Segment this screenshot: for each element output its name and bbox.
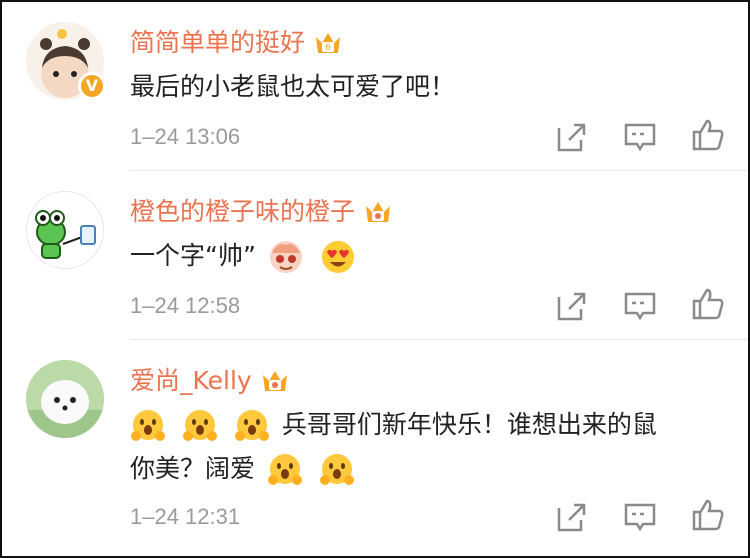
share-icon[interactable] bbox=[555, 289, 589, 323]
avatar[interactable] bbox=[26, 191, 104, 269]
comment-icon[interactable] bbox=[623, 289, 657, 323]
comment-text-content: 兵哥哥们新年快乐！谁想出来的鼠 bbox=[281, 410, 657, 439]
comment-time: 1–24 12:58 bbox=[130, 293, 241, 318]
svg-text:6: 6 bbox=[325, 43, 331, 53]
comment-time: 1–24 13:06 bbox=[130, 124, 241, 149]
comment-text-content: 一个字“帅” bbox=[130, 241, 256, 270]
username[interactable]: 橙色的橙子味的橙子 bbox=[130, 195, 355, 229]
hug-emoji-icon bbox=[234, 410, 269, 441]
username-link[interactable]: 橙色的橙子味的橙子 bbox=[130, 195, 393, 229]
comment-text-line: 你美？阔爱 bbox=[130, 448, 359, 490]
frog-avatar-icon bbox=[27, 192, 103, 268]
comment-text-content: 你美？阔爱 bbox=[130, 454, 256, 483]
comment-text: 一个字“帅” bbox=[130, 235, 360, 277]
hug-emoji-icon bbox=[182, 410, 217, 441]
comment-item: 爱尚_Kelly 兵哥哥们新年快乐！谁想出来的鼠 你美？阔爱 1–24 12:3… bbox=[2, 340, 748, 556]
thumbs-up-icon[interactable] bbox=[691, 498, 725, 532]
heart-eyes-emoji-icon bbox=[321, 241, 354, 273]
thumbs-up-icon[interactable] bbox=[691, 118, 725, 152]
white-puppy-avatar-icon bbox=[26, 360, 104, 438]
comment-icon[interactable] bbox=[623, 120, 657, 154]
hug-emoji-icon bbox=[267, 454, 302, 485]
verified-badge: V bbox=[78, 72, 106, 100]
crown-badge-icon bbox=[366, 202, 391, 222]
thumbs-up-icon[interactable] bbox=[691, 287, 725, 321]
username-link[interactable]: 爱尚_Kelly bbox=[130, 364, 290, 398]
hug-emoji-icon bbox=[131, 410, 165, 441]
comment-text: 最后的小老鼠也太可爱了吧！ bbox=[130, 72, 456, 101]
comment-text-line: 兵哥哥们新年快乐！谁想出来的鼠 bbox=[130, 404, 657, 446]
username[interactable]: 简简单单的挺好 bbox=[130, 26, 305, 60]
comment-icon[interactable] bbox=[623, 500, 657, 534]
username-link[interactable]: 简简单单的挺好 6 bbox=[130, 26, 343, 60]
comment-time: 1–24 12:31 bbox=[130, 504, 241, 529]
crown-badge-icon: 6 bbox=[316, 33, 341, 53]
crown-badge-icon bbox=[262, 371, 287, 391]
share-icon[interactable] bbox=[555, 500, 589, 534]
comment-item: V 简简单单的挺好 6 最后的小老鼠也太可爱了吧！ 1–24 13:06 bbox=[2, 2, 748, 170]
avatar[interactable] bbox=[26, 360, 104, 438]
share-icon[interactable] bbox=[555, 120, 589, 154]
cute-character-emoji-icon bbox=[269, 241, 302, 273]
comment-list: V 简简单单的挺好 6 最后的小老鼠也太可爱了吧！ 1–24 13:06 橙色的… bbox=[0, 0, 750, 558]
hug-emoji-icon bbox=[319, 454, 354, 485]
username[interactable]: 爱尚_Kelly bbox=[130, 364, 252, 398]
comment-item: 橙色的橙子味的橙子 一个字“帅” 1–24 12:58 bbox=[2, 171, 748, 339]
